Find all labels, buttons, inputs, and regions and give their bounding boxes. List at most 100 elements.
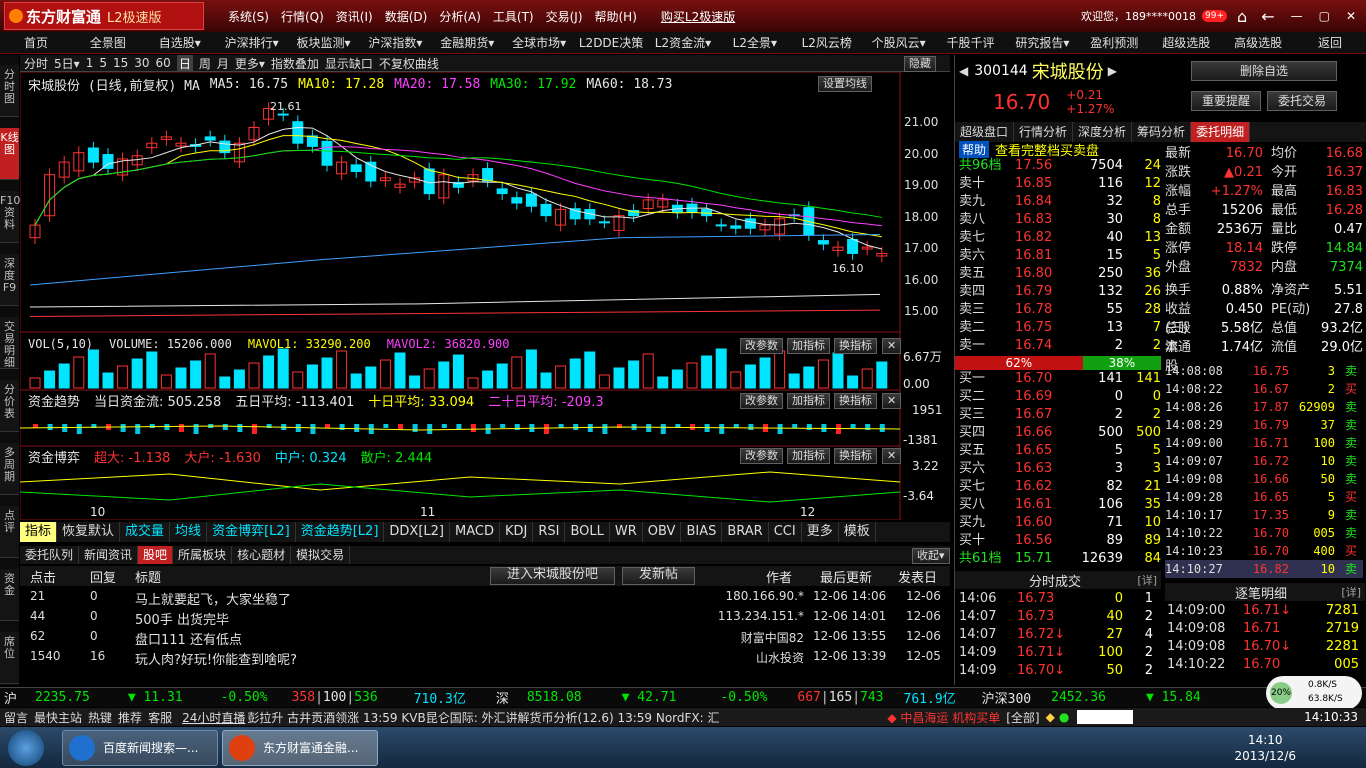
buy-row[interactable]: 共61档 15.71 12639 84 bbox=[959, 550, 1161, 568]
fs-detail-link[interactable]: [详] bbox=[1137, 572, 1157, 588]
sell-row[interactable]: 共96档 17.56 7504 24 bbox=[959, 157, 1161, 175]
period-1[interactable]: 5日▾ bbox=[54, 55, 80, 72]
panel-btn-2-2[interactable]: 换指标 bbox=[834, 448, 877, 464]
panel-btn-1-1[interactable]: 加指标 bbox=[787, 393, 830, 409]
nav-item-6[interactable]: 金融期货▾ bbox=[431, 34, 503, 51]
period-10[interactable]: 更多▾ bbox=[235, 55, 265, 72]
tick-row[interactable]: 14:08:22 16.67 2 买 bbox=[1165, 380, 1363, 398]
full-book-link[interactable]: 查看完整档买卖盘 bbox=[995, 140, 1099, 159]
sell-row[interactable]: 卖十 16.85 116 12 bbox=[959, 175, 1161, 193]
sub-tab-0[interactable]: 委托队列 bbox=[20, 546, 80, 564]
buy-row[interactable]: 买四 16.66 500 500 bbox=[959, 424, 1161, 442]
right-tab-4[interactable]: 委托明细 bbox=[1191, 122, 1251, 142]
new-post-button[interactable]: 发新帖 bbox=[622, 567, 696, 585]
back-icon[interactable]: ← bbox=[1261, 7, 1274, 26]
sell-row[interactable]: 卖四 16.79 132 26 bbox=[959, 283, 1161, 301]
nav-item-12[interactable]: 个股风云▾ bbox=[863, 34, 935, 51]
ind-tab-11[interactable]: WR bbox=[610, 522, 643, 542]
menu-6[interactable]: 交易(J) bbox=[546, 8, 583, 25]
nav-item-11[interactable]: L2风云榜 bbox=[791, 34, 863, 51]
sell-row[interactable]: 卖七 16.82 40 13 bbox=[959, 229, 1161, 247]
nav-item-3[interactable]: 沪深排行▾ bbox=[216, 34, 288, 51]
taskbar-item-eastmoney[interactable]: 东方财富通金融... bbox=[222, 729, 378, 766]
vtab-5[interactable]: 分价表 bbox=[0, 380, 19, 432]
ind-tab-8[interactable]: KDJ bbox=[500, 522, 534, 542]
ind-tab-6[interactable]: DDX[L2] bbox=[384, 522, 450, 542]
sell-row[interactable]: 卖九 16.84 32 8 bbox=[959, 193, 1161, 211]
vtab-3[interactable]: 深度F9 bbox=[0, 254, 19, 306]
period-3[interactable]: 5 bbox=[99, 56, 107, 70]
period-12[interactable]: 显示缺口 bbox=[325, 55, 373, 72]
ind-tab-1[interactable]: 恢复默认 bbox=[57, 522, 121, 542]
buy-row[interactable]: 买六 16.63 3 3 bbox=[959, 460, 1161, 478]
sell-row[interactable]: 卖三 16.78 55 28 bbox=[959, 301, 1161, 319]
status-item-1[interactable]: 最快主站 bbox=[34, 709, 82, 726]
period-7[interactable]: 日 bbox=[176, 54, 193, 72]
ind-tab-13[interactable]: BIAS bbox=[681, 522, 723, 542]
vtab-6[interactable]: 多周期 bbox=[0, 443, 19, 495]
menu-3[interactable]: 数据(D) bbox=[385, 8, 428, 25]
nav-item-7[interactable]: 全球市场▾ bbox=[503, 34, 575, 51]
message-badge[interactable]: 99+ bbox=[1202, 10, 1228, 22]
remove-watchlist-button[interactable]: 删除自选 bbox=[1191, 61, 1337, 81]
forum-row[interactable]: 1540 16 玩人肉?好玩!你能查到啥呢? 山水投资 12-06 13:39 12-05 bbox=[20, 646, 950, 668]
news-alert[interactable]: ◆ 中昌海运 机构买单 bbox=[887, 709, 1000, 726]
vtab-8[interactable]: 资金 bbox=[0, 569, 19, 621]
period-11[interactable]: 指数叠加 bbox=[271, 55, 319, 72]
panel-btn-0-2[interactable]: 换指标 bbox=[834, 338, 877, 354]
tick-row[interactable]: 14:09:28 16.65 5 买 bbox=[1165, 488, 1363, 506]
buy-row[interactable]: 买十 16.56 89 89 bbox=[959, 532, 1161, 550]
period-6[interactable]: 60 bbox=[156, 56, 171, 70]
menu-4[interactable]: 分析(A) bbox=[439, 8, 481, 25]
ind-tab-15[interactable]: CCI bbox=[769, 522, 802, 542]
trade-button[interactable]: 委托交易 bbox=[1267, 91, 1337, 111]
forum-cell[interactable]: 玩人肉?好玩!你能查到啥呢? bbox=[135, 649, 297, 668]
vtab-0[interactable]: 分时图 bbox=[0, 65, 19, 117]
vtab-4[interactable]: 交易明细 bbox=[0, 317, 19, 369]
forum-row[interactable]: 44 0 500手 出货完毕 113.234.151.* 12-06 14:01 12-0… bbox=[20, 606, 950, 628]
buy-row[interactable]: 买八 16.61 106 35 bbox=[959, 496, 1161, 514]
buy-l2-link[interactable]: 购买L2极速版 bbox=[661, 8, 735, 25]
enter-forum-button[interactable]: 进入宋城股份吧 bbox=[490, 567, 616, 585]
ind-tab-2[interactable]: 成交量 bbox=[120, 522, 171, 542]
news-ticker[interactable]: 彭拉升 古井贡酒领涨 13:59 KVB昆仑国际: 外汇讲解货币分析(12.6)… bbox=[247, 709, 887, 726]
sell-row[interactable]: 卖一 16.74 2 2 bbox=[959, 337, 1161, 355]
tick-row[interactable]: 14:08:26 17.87 62909 卖 bbox=[1165, 398, 1363, 416]
menu-7[interactable]: 帮助(H) bbox=[595, 8, 637, 25]
nav-item-2[interactable]: 自选股▾ bbox=[144, 34, 216, 51]
sub-tab-5[interactable]: 模拟交易 bbox=[291, 546, 351, 564]
menu-1[interactable]: 行情(Q) bbox=[281, 8, 324, 25]
nav-item-15[interactable]: 盈利预测 bbox=[1078, 34, 1150, 51]
period-8[interactable]: 周 bbox=[199, 55, 211, 72]
vtab-9[interactable]: 席位 bbox=[0, 632, 19, 684]
set-ma-button[interactable]: 设置均线 bbox=[818, 76, 872, 92]
nav-item-17[interactable]: 高级选股 bbox=[1222, 34, 1294, 51]
menu-2[interactable]: 资讯(I) bbox=[336, 8, 373, 25]
nav-item-13[interactable]: 千股千评 bbox=[935, 34, 1007, 51]
menu-0[interactable]: 系统(S) bbox=[228, 8, 269, 25]
right-tab-3[interactable]: 筹码分析 bbox=[1132, 122, 1192, 142]
maximize-icon[interactable]: ▢ bbox=[1319, 9, 1330, 23]
all-news-link[interactable]: [全部] bbox=[1006, 709, 1039, 726]
nav-item-18[interactable]: 返回 bbox=[1294, 34, 1366, 51]
tick-row[interactable]: 14:10:17 17.35 9 卖 bbox=[1165, 506, 1363, 524]
sub-tab-3[interactable]: 所属板块 bbox=[173, 546, 233, 564]
tick-row[interactable]: 14:09:07 16.72 10 卖 bbox=[1165, 452, 1363, 470]
taskbar-clock[interactable]: 14:10 2013/12/6 bbox=[1234, 732, 1296, 764]
sub-tab-4[interactable]: 核心题材 bbox=[232, 546, 292, 564]
ind-tab-5[interactable]: 资金趋势[L2] bbox=[296, 522, 385, 542]
status-item-4[interactable]: 客服 bbox=[148, 709, 172, 726]
ind-tab-16[interactable]: 更多 bbox=[802, 522, 839, 542]
nav-item-0[interactable]: 首页 bbox=[0, 34, 72, 51]
vtab-2[interactable]: F10资料 bbox=[0, 191, 20, 243]
tick-row[interactable]: 14:08:08 16.75 3 卖 bbox=[1165, 362, 1363, 380]
forum-row[interactable]: 21 0 马上就要起飞，大家坐稳了 180.166.90.* 12-06 14:06 12… bbox=[20, 586, 950, 608]
ind-tab-17[interactable]: 模板 bbox=[839, 522, 876, 542]
speaker-icon[interactable]: ◆ bbox=[1046, 710, 1055, 724]
next-stock-icon[interactable]: ▶ bbox=[1108, 64, 1117, 78]
ind-tab-7[interactable]: MACD bbox=[450, 522, 500, 542]
vtab-1[interactable]: K线图 bbox=[0, 128, 19, 180]
panel-btn-0-1[interactable]: 加指标 bbox=[787, 338, 830, 354]
period-13[interactable]: 不复权曲线 bbox=[379, 55, 439, 72]
nav-item-8[interactable]: L2DDE决策 bbox=[575, 34, 647, 51]
